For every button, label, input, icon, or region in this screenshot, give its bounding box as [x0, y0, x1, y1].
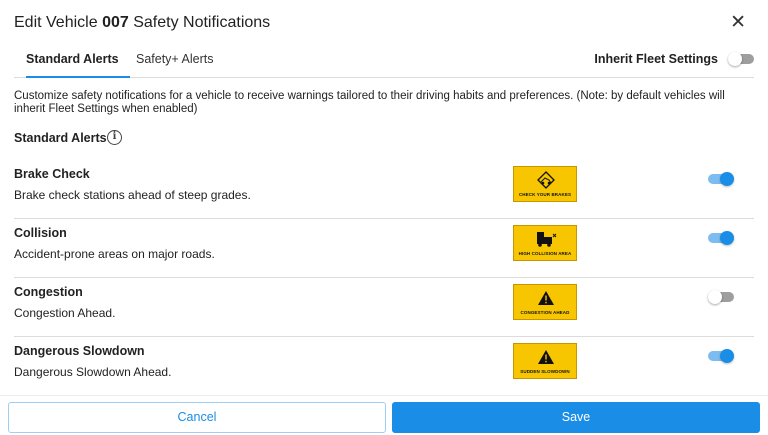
warning-triangle-icon: [538, 291, 554, 305]
section-title: Standard Alerts: [14, 131, 107, 145]
toggle-knob: [720, 172, 734, 186]
tab-safety-plus-alerts[interactable]: Safety+ Alerts: [136, 52, 213, 78]
alert-name: Congestion: [14, 285, 83, 299]
dangerous-slowdown-toggle[interactable]: [708, 349, 734, 363]
modal-footer: Cancel Save: [0, 395, 768, 435]
alert-name: Collision: [14, 226, 67, 240]
toggle-knob: [708, 290, 722, 304]
alert-row-congestion: Congestion Congestion Ahead. CONGESTION …: [14, 278, 754, 337]
alert-description: Dangerous Slowdown Ahead.: [14, 365, 172, 379]
sign-text: SUDDEN SLOWDOWN: [520, 369, 570, 374]
congestion-sign: CONGESTION AHEAD: [513, 284, 577, 320]
collision-icon: [537, 232, 557, 247]
modal-header: Edit Vehicle 007 Safety Notifications ✕: [14, 13, 754, 38]
toggle-knob: [720, 231, 734, 245]
sign-text: HIGH COLLISION AREA: [518, 251, 572, 256]
alert-row-brake-check: Brake Check Brake check stations ahead o…: [14, 160, 754, 219]
toggle-knob: [728, 52, 742, 66]
tab-bar: Standard Alerts Safety+ Alerts Inherit F…: [14, 52, 754, 78]
collision-sign: HIGH COLLISION AREA: [513, 225, 577, 261]
title-vehicle-number: 007: [102, 14, 129, 31]
alert-row-dangerous-slowdown: Dangerous Slowdown Dangerous Slowdown Ah…: [14, 337, 754, 396]
title-suffix: Safety Notifications: [128, 14, 271, 31]
brake-check-sign: CHECK YOUR BRAKES: [513, 166, 577, 202]
title-prefix: Edit Vehicle: [14, 14, 103, 31]
inherit-fleet-settings-label: Inherit Fleet Settings: [594, 52, 718, 66]
sign-text: CHECK YOUR BRAKES: [518, 192, 572, 197]
close-icon[interactable]: ✕: [730, 13, 746, 33]
alert-description: Congestion Ahead.: [14, 306, 116, 320]
warning-triangle-icon: [538, 350, 554, 364]
cancel-button[interactable]: Cancel: [8, 402, 386, 433]
sign-text: CONGESTION AHEAD: [520, 310, 570, 315]
modal-title: Edit Vehicle 007 Safety Notifications: [14, 14, 270, 32]
info-icon[interactable]: i: [107, 130, 122, 145]
collision-toggle[interactable]: [708, 231, 734, 245]
brake-check-icon: [537, 171, 555, 189]
brake-check-toggle[interactable]: [708, 172, 734, 186]
toggle-knob: [720, 349, 734, 363]
congestion-toggle[interactable]: [708, 290, 734, 304]
description-text: Customize safety notifications for a veh…: [14, 90, 725, 115]
alert-row-collision: Collision Accident-prone areas on major …: [14, 219, 754, 278]
save-button[interactable]: Save: [392, 402, 760, 433]
tab-standard-alerts[interactable]: Standard Alerts: [26, 52, 130, 78]
alert-name: Dangerous Slowdown: [14, 344, 145, 358]
alert-description: Accident-prone areas on major roads.: [14, 247, 215, 261]
inherit-fleet-settings-toggle[interactable]: [728, 52, 754, 66]
dangerous-slowdown-sign: SUDDEN SLOWDOWN: [513, 343, 577, 379]
alert-description: Brake check stations ahead of steep grad…: [14, 188, 251, 202]
alert-name: Brake Check: [14, 167, 90, 181]
